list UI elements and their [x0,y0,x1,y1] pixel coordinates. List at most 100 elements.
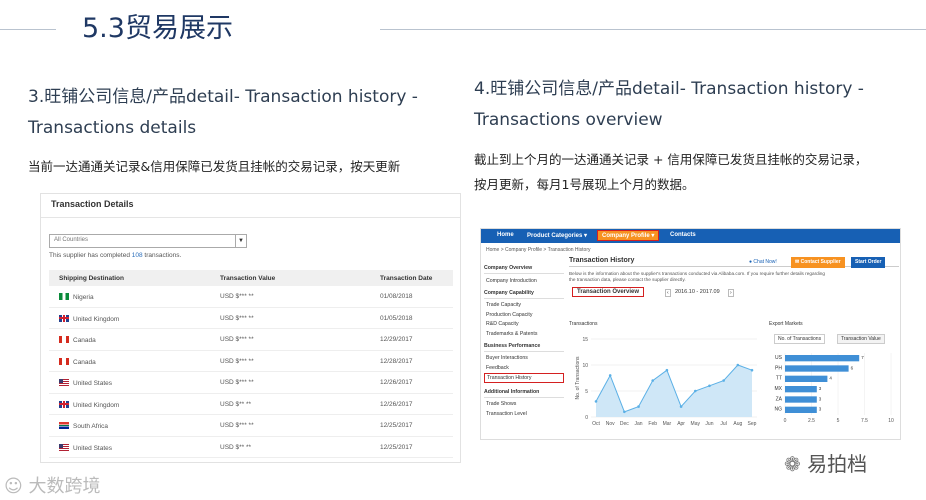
data-point [693,389,697,393]
col-shipping-destination: Shipping Destination [59,275,124,282]
sidebar-item[interactable]: R&D Capacity [484,321,564,327]
sidebar-item[interactable]: Trademarks & Patents [484,331,564,337]
tab-transaction-overview[interactable]: Transaction Overview [572,287,645,297]
flag-ca-icon [59,357,69,365]
bar [785,355,860,362]
contact-supplier-label: Contact Supplier [800,259,841,265]
sidebar-item[interactable]: Feedback [484,365,564,371]
category-label: ZA [776,396,783,402]
col-transaction-date: Transaction Date [380,275,433,282]
cell-value: USD $*** ** [220,357,254,365]
cell-date: 12/28/2017 [380,357,413,365]
nav-product-categories[interactable]: Product Categories ▾ [527,232,587,239]
cell-destination: United Kingdom [59,400,119,409]
flag-uk-icon [59,314,69,322]
sidebar-item[interactable]: Company Introduction [484,278,564,284]
sidebar-item[interactable]: Trade Capacity [484,302,564,308]
sidebar-section: Additional Information [484,389,564,398]
x-tick-label: 7.5 [861,418,868,424]
wechat-icon: ❁ [784,452,801,476]
start-order-button[interactable]: Start Order [851,257,886,268]
left-heading: 3.旺铺公司信息/产品detail- Transaction history -… [28,82,418,144]
country-name: United States [73,444,113,452]
nav-home[interactable]: Home [497,232,514,238]
data-point [623,410,626,414]
right-heading-line2: Transactions overview [474,110,663,130]
count-value[interactable]: 108 [132,252,143,259]
watermark-right-text: 易拍档 [807,452,868,476]
country-name: South Africa [73,423,109,430]
flag-uk-icon [59,400,69,408]
nav-company-profile[interactable]: Company Profile ▾ [597,230,660,241]
chevron-down-icon[interactable]: ▼ [235,235,246,247]
sidebar: Company Overview Company Introduction Comp… [484,259,564,417]
transactions-table: Shipping Destination Transaction Value T… [49,270,453,458]
sidebar-section: Company Capability [484,290,564,299]
country-name: Canada [73,358,96,366]
overview-main: Transaction History ● Chat Now! ✉ Contac… [569,257,899,344]
export-markets-chart: 0 2.5 5 7.5 10 US 7 PH 6 TT 4 MX 3 ZA 3 NG 3 [775,353,894,424]
flag-us-icon [59,379,69,386]
y-tick-label: 0 [585,415,588,421]
watermark-left: ☺ 大数跨境 [4,472,101,498]
sidebar-item[interactable]: Trade Shows [484,401,564,407]
x-tick-label: 10 [888,418,894,424]
right-heading-line1: 4.旺铺公司信息/产品detail- Transaction history - [474,79,864,99]
x-tick-label: Oct [592,421,600,427]
top-nav: Home Product Categories ▾ Company Profil… [481,229,900,243]
next-arrow-icon[interactable]: › [728,289,734,297]
cell-date: 01/05/2018 [380,314,413,322]
count-prefix: This supplier has completed [49,252,130,259]
export-markets-label: Export Markets [769,321,803,327]
tab-no-of-transactions[interactable]: No. of Transactions [774,334,826,344]
page-title: Transaction History [569,257,899,267]
table-row: Canada USD $*** ** 12/29/2017 [49,329,453,351]
bar-value-label: 3 [819,396,822,401]
tab-transaction-value[interactable]: Transaction Value [837,334,885,344]
sidebar-item[interactable]: Production Capacity [484,312,564,318]
x-tick-label: Feb [648,421,657,427]
cell-value: USD $** ** [220,443,252,451]
x-tick-label: 5 [837,418,840,424]
count-suffix: transactions. [144,252,182,259]
bar [785,375,828,382]
flag-ng-icon [59,293,69,300]
cell-value: USD $*** ** [220,314,254,322]
bar [785,396,817,403]
cell-destination: South Africa [59,422,108,430]
x-tick-label: 2.5 [808,418,815,424]
cell-value: USD $*** ** [220,379,254,386]
cell-destination: Canada [59,357,96,366]
nav-contacts[interactable]: Contacts [670,232,696,238]
sidebar-item[interactable]: Buyer Interactions [484,355,564,361]
overview-note-line2: the transaction data, please contact the… [569,277,686,282]
left-description: 当前一达通通关记录&信用保障已发货且挂帐的交易记录，按天更新 [28,159,401,174]
sidebar-item[interactable]: Transaction Level [484,411,564,417]
table-header: Shipping Destination Transaction Value T… [49,270,453,286]
country-select[interactable]: All Countries ▼ [49,234,247,248]
category-label: MX [775,386,783,392]
right-description-line2: 按月更新，每月1号展现上个月的数据。 [474,177,695,192]
x-tick-label: Jul [720,421,726,427]
y-tick-label: 5 [585,389,588,395]
cell-date: 01/08/2018 [380,293,413,300]
watermark-left-text: 大数跨境 [28,476,101,497]
x-tick-label: Nov [606,421,615,427]
chat-now-link[interactable]: ● Chat Now! [749,259,777,265]
cell-date: 12/25/2017 [380,443,413,451]
table-row: Canada USD $*** ** 12/28/2017 [49,351,453,372]
flag-ca-icon [59,336,69,343]
right-description: 截止到上个月的一达通通关记录 + 信用保障已发货且挂帐的交易记录， 按月更新，每… [474,147,867,197]
x-tick-label: Mar [663,421,672,427]
header-rule-left [0,29,56,30]
watermark-right: ❁ 易拍档 [784,448,867,477]
cell-value: USD $*** ** [220,293,254,300]
bar-value-label: 4 [829,376,832,381]
cell-destination: United Kingdom [59,314,119,323]
prev-arrow-icon[interactable]: ‹ [665,289,671,297]
right-heading: 4.旺铺公司信息/产品detail- Transaction history -… [474,74,864,136]
cell-destination: Nigeria [59,293,94,301]
sidebar-item[interactable]: Transaction History [484,372,564,383]
contact-supplier-button[interactable]: ✉ Contact Supplier [791,257,845,268]
data-point [651,379,655,382]
